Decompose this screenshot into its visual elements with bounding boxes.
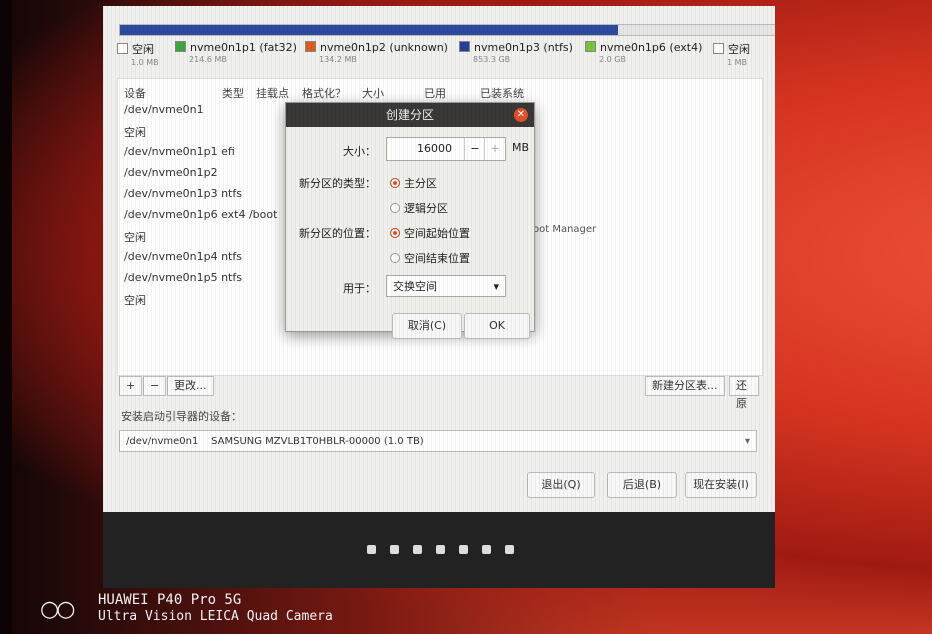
system-name-text: oot Manager [533,224,597,235]
size-label: 大小： [343,145,376,158]
disk-usage-fill [120,25,618,35]
radio-location-end[interactable]: 空间结束位置 [390,250,470,266]
use-as-label: 用于： [343,282,376,295]
legend-swatch [175,41,186,52]
change-partition-button[interactable]: 更改... [167,376,214,396]
size-spinbox[interactable]: 16000 − + [386,137,506,161]
legend-swatch [305,41,316,52]
chevron-down-icon: ▾ [493,280,499,293]
table-row[interactable]: /dev/nvme0n1p3 ntfs [124,187,277,208]
table-row[interactable]: 空闲 [124,124,277,145]
table-row[interactable]: /dev/nvme0n1p6 ext4 /boot [124,208,277,229]
location-label: 新分区的位置： [299,227,376,240]
disk-usage-bar [119,24,775,36]
bootloader-label: 安装启动引导器的设备： [121,410,242,423]
radio-logical-partition[interactable]: 逻辑分区 [390,200,448,216]
legend-item: nvme0n1p1 (fat32) 214.6 MB [175,41,297,64]
legend-item: nvme0n1p2 (unknown) 134.2 MB [305,41,448,64]
legend-item: nvme0n1p6 (ext4) 2.0 GB [585,41,702,64]
partition-toolbar: + − 更改... 新建分区表... 还原 [119,376,759,410]
column-header[interactable]: 类型 [222,85,244,101]
size-unit: MB [512,141,530,154]
column-header[interactable]: 设备 [124,85,146,101]
legend-item: 空闲 1.0 MB [117,41,159,67]
bootloader-device-select[interactable]: /dev/nvme0n1 SAMSUNG MZVLB1T0HBLR-00000 … [119,430,757,452]
remove-partition-button[interactable]: − [143,376,167,396]
table-header: 设备 类型 挂载点 格式化？ 大小 已用 已装系统 [118,79,762,101]
page-indicator [367,545,514,554]
type-label: 新分区的类型： [299,177,376,190]
legend-swatch [585,41,596,52]
legend-swatch [459,41,470,52]
legend-item: 空闲 1 MB [713,41,750,67]
revert-button[interactable]: 还原 [729,376,759,410]
table-row[interactable]: /dev/nvme0n1p4 ntfs [124,250,277,271]
decrease-button[interactable]: − [464,138,485,160]
legend-item: nvme0n1p3 (ntfs) 853.3 GB [459,41,573,64]
legend-swatch [713,43,724,54]
quit-button[interactable]: 退出(Q) [527,472,595,498]
partition-legend: 空闲 1.0 MB nvme0n1p1 (fat32) 214.6 MB nvme0… [117,41,775,75]
radio-icon [390,203,400,213]
ok-button[interactable]: OK [464,313,530,339]
page-dot [436,545,445,554]
radio-icon [390,253,400,263]
table-row[interactable]: 空闲 [124,229,277,250]
watermark-line-2: Ultra Vision LEICA Quad Camera [98,609,333,624]
column-header[interactable]: 格式化？ [302,85,346,101]
dialog-title: 创建分区 ✕ [286,103,534,127]
size-value[interactable]: 16000 [417,142,452,155]
increase-button[interactable]: + [484,138,505,160]
radio-selected-icon [390,178,400,188]
monitor-bezel [0,0,12,634]
new-partition-table-button[interactable]: 新建分区表... [645,376,725,396]
page-dot [367,545,376,554]
page-dot [482,545,491,554]
create-partition-dialog: 创建分区 ✕ 大小： 16000 − + MB 新分区的类型： 主分区 逻辑分区… [285,102,535,339]
add-partition-button[interactable]: + [119,376,143,396]
camera-logo-icon: ○○ [40,597,75,622]
installer-window: 空闲 1.0 MB nvme0n1p1 (fat32) 214.6 MB nvme0… [103,6,775,512]
bootloader-device: /dev/nvme0n1 [126,436,199,447]
table-row[interactable]: /dev/nvme0n1p2 [124,166,277,187]
column-header[interactable]: 已装系统 [480,85,524,101]
page-dot [413,545,422,554]
radio-location-start[interactable]: 空间起始位置 [390,225,470,241]
table-row[interactable]: /dev/nvme0n1p1 efi [124,145,277,166]
table-row[interactable]: /dev/nvme0n1 [124,103,277,124]
watermark-line-1: HUAWEI P40 Pro 5G [98,592,242,608]
table-row[interactable]: 空闲 [124,292,277,313]
chevron-down-icon: ▾ [744,436,750,447]
partition-rows: /dev/nvme0n1 空闲 /dev/nvme0n1p1 efi /dev/… [124,103,277,313]
cancel-button[interactable]: 取消(C) [392,313,462,339]
legend-swatch [117,43,128,54]
use-as-select[interactable]: 交换空间 ▾ [386,275,506,297]
close-icon[interactable]: ✕ [514,108,528,122]
dock-bar [103,512,775,588]
radio-primary-partition[interactable]: 主分区 [390,175,437,191]
page-dot [459,545,468,554]
bootloader-model: SAMSUNG MZVLB1T0HBLR-00000 (1.0 TB) [211,436,424,447]
table-row[interactable]: /dev/nvme0n1p5 ntfs [124,271,277,292]
page-dot [390,545,399,554]
column-header[interactable]: 挂载点 [256,85,289,101]
column-header[interactable]: 大小 [362,85,384,101]
install-now-button[interactable]: 现在安装(I) [685,472,757,498]
back-button[interactable]: 后退(B) [607,472,677,498]
column-header[interactable]: 已用 [424,85,446,101]
radio-selected-icon [390,228,400,238]
page-dot [505,545,514,554]
